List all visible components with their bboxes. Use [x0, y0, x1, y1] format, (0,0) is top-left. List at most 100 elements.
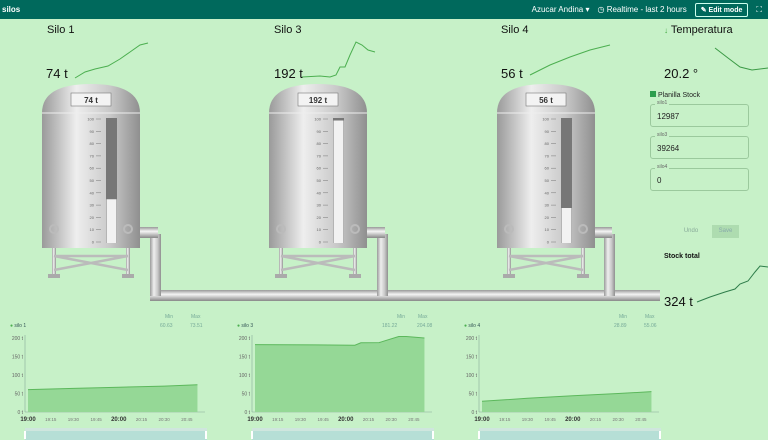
gauge-tick-label: 50 [317, 178, 322, 183]
navigator-scrollbar [479, 428, 661, 431]
silo-plant-diagram: 74 t1009080706050403020100192 t100908070… [42, 84, 660, 301]
x-tick-label: 20:15 [590, 417, 602, 422]
x-tick-label: 20:30 [159, 417, 171, 422]
x-tick-label: 20:00 [338, 417, 354, 423]
tank-foot [122, 274, 134, 278]
x-tick-label: 20:15 [363, 417, 375, 422]
y-tick-label: 0 t [471, 410, 477, 416]
series-area [482, 391, 652, 412]
level-gauge-fill [333, 120, 344, 243]
navigator-handle[interactable] [24, 431, 26, 439]
gauge-tick-label: 90 [317, 129, 322, 134]
gauge-tick-label: 60 [317, 166, 322, 171]
x-tick-label: 19:15 [499, 417, 511, 422]
x-tick-label: 19:45 [317, 417, 329, 422]
y-tick-label: 100 t [12, 373, 24, 379]
tank-label: 56 t [539, 96, 553, 105]
x-tick-label: 20:45 [408, 417, 420, 422]
planilla-title-text: Planilla Stock [658, 92, 701, 99]
tank-foot [349, 274, 361, 278]
undo-button[interactable]: Undo [678, 225, 704, 238]
navigator-handle[interactable] [659, 431, 661, 439]
y-tick-label: 50 t [469, 392, 478, 398]
gauge-tick-label: 80 [317, 141, 322, 146]
x-tick-label: 19:30 [522, 417, 534, 422]
y-tick-label: 150 t [239, 355, 251, 361]
y-tick-label: 200 t [239, 336, 251, 342]
stock-total-value: 324 t [664, 294, 693, 309]
navigator-handle[interactable] [251, 431, 253, 439]
navigator-handle[interactable] [432, 431, 434, 439]
gauge-tick-label: 30 [90, 203, 95, 208]
silo-tank: 56 t1009080706050403020100 [497, 84, 595, 278]
silo3-stock-input[interactable]: silo3 39264 [650, 132, 749, 159]
tank-foot [275, 274, 287, 278]
y-tick-label: 50 t [242, 392, 251, 398]
tank-label: 192 t [309, 96, 328, 105]
silo-history-chart: ● silo 1 Min Max 60.63 73.51 200 t 150 t 10… [8, 312, 218, 440]
gauge-tick-label: 80 [545, 141, 550, 146]
gauge-tick-label: 20 [545, 215, 550, 220]
x-tick-label: 19:30 [295, 417, 307, 422]
tank-foot [503, 274, 515, 278]
chart-plot: 200 t 150 t 100 t 50 t 0 t19:00 19:15 19:30 19:… [12, 335, 207, 440]
gauge-tick-label: 90 [545, 129, 550, 134]
tank-foot [48, 274, 60, 278]
silo-tank: 74 t1009080706050403020100 [42, 84, 140, 278]
gauge-tick-label: 40 [545, 190, 550, 195]
gauge-tick-label: 40 [90, 190, 95, 195]
y-tick-label: 50 t [15, 392, 24, 398]
silo1-stock-input[interactable]: silo1 12987 [650, 100, 749, 127]
x-tick-label: 19:00 [474, 417, 490, 423]
gauge-tick-label: 100 [87, 117, 94, 122]
gauge-tick-label: 70 [317, 153, 322, 158]
gauge-tick-label: 10 [545, 227, 550, 232]
x-tick-label: 20:30 [386, 417, 398, 422]
save-button[interactable]: Save [712, 225, 739, 238]
navigator-handle[interactable] [478, 431, 480, 439]
navigator-scrollbar [25, 428, 207, 431]
y-tick-label: 0 t [244, 410, 250, 416]
x-tick-label: 20:15 [136, 417, 148, 422]
y-tick-label: 150 t [466, 355, 478, 361]
x-tick-label: 20:30 [613, 417, 625, 422]
tank-brace [508, 254, 584, 272]
silo1-stock-label: silo1 [655, 100, 670, 106]
tank-label: 74 t [84, 96, 98, 105]
y-tick-label: 200 t [12, 336, 24, 342]
tank-foot [577, 274, 589, 278]
gauge-tick-label: 60 [90, 166, 95, 171]
tank-brace [280, 254, 356, 272]
silo4-stock-input[interactable]: silo4 0 [650, 164, 749, 191]
gauge-tick-label: 30 [545, 203, 550, 208]
gauge-tick-label: 20 [317, 215, 322, 220]
y-tick-label: 200 t [466, 336, 478, 342]
level-gauge-fill [106, 199, 117, 243]
x-tick-label: 20:00 [565, 417, 581, 423]
silo-history-chart: ● silo 3 Min Max 181.22 204.08 200 t 150 t… [235, 312, 445, 440]
silo-tank: 192 t1009080706050403020100 [269, 84, 367, 278]
navigator-handle[interactable] [205, 431, 207, 439]
stock-total-sparkline [696, 265, 768, 303]
x-tick-label: 19:15 [45, 417, 57, 422]
x-tick-label: 19:30 [68, 417, 80, 422]
temperature-sparkline [714, 47, 768, 71]
y-tick-label: 150 t [12, 355, 24, 361]
chart-plot: 200 t 150 t 100 t 50 t 0 t19:00 19:15 19:30 19:… [466, 335, 661, 440]
spreadsheet-icon [650, 91, 656, 97]
gauge-tick-label: 60 [545, 166, 550, 171]
gauge-tick-label: 30 [317, 203, 322, 208]
x-tick-label: 20:45 [181, 417, 193, 422]
silo4-stock-label: silo4 [655, 164, 670, 170]
silo4-stock-value: 0 [657, 176, 662, 185]
gauge-tick-label: 40 [317, 190, 322, 195]
gauge-tick-label: 100 [314, 117, 321, 122]
gauge-tick-label: 70 [545, 153, 550, 158]
silo3-stock-label: silo3 [655, 132, 670, 138]
gauge-tick-label: 20 [90, 215, 95, 220]
chart-plot: 200 t 150 t 100 t 50 t 0 t19:00 19:15 19:30 19:… [239, 335, 434, 440]
silo1-stock-value: 12987 [657, 112, 680, 121]
stock-total-title: Stock total [664, 253, 700, 260]
level-gauge-fill [561, 208, 572, 243]
x-tick-label: 20:45 [635, 417, 647, 422]
